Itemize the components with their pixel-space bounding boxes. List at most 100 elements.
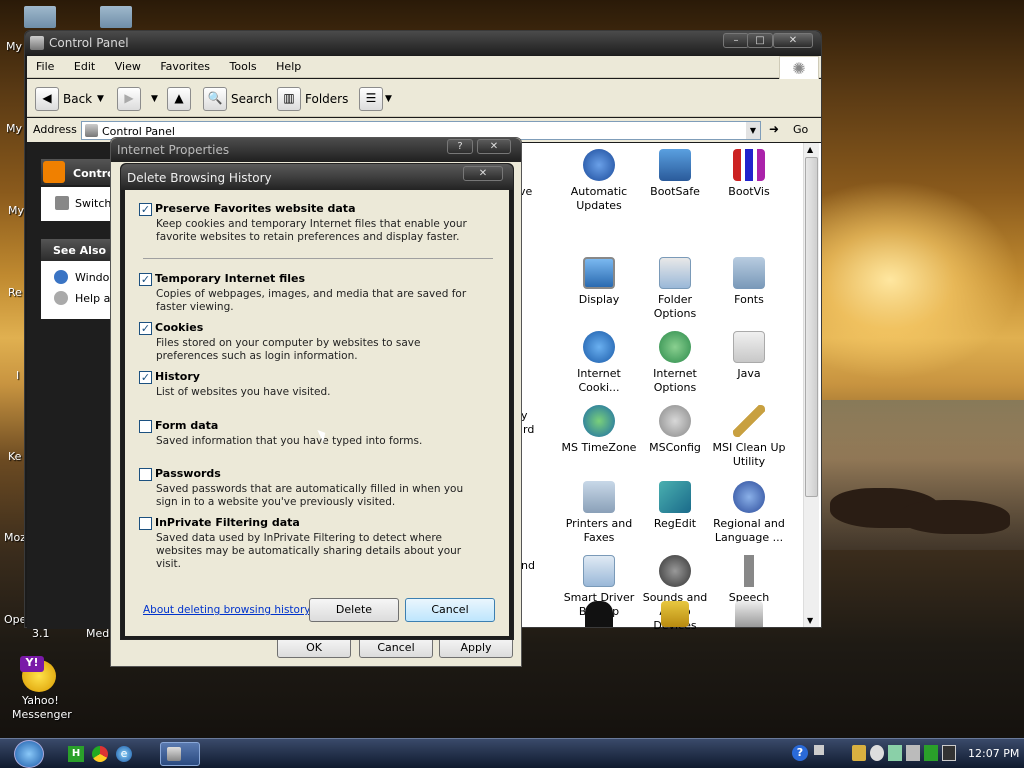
forward-dropdown-icon[interactable]: ▼ — [151, 94, 158, 104]
minimize-button[interactable]: – — [723, 33, 749, 48]
cp-item-internet-cookies[interactable]: Internet Cooki... — [561, 331, 637, 395]
checkbox-unchecked[interactable] — [139, 420, 152, 433]
option-title[interactable]: Form data — [155, 419, 218, 432]
address-dropdown-icon[interactable]: ▼ — [746, 122, 760, 139]
ok-button[interactable]: OK — [277, 637, 351, 658]
desktop-folder-icon[interactable] — [24, 6, 56, 28]
checkbox-checked[interactable]: ✓ — [139, 322, 152, 335]
close-button[interactable]: ✕ — [773, 33, 813, 48]
menu-help[interactable]: Help — [267, 56, 308, 73]
desktop-icon-label[interactable]: Re — [8, 286, 22, 299]
views-dropdown-icon[interactable]: ▼ — [385, 94, 392, 104]
option-title[interactable]: Passwords — [155, 467, 221, 480]
close-button[interactable]: ✕ — [477, 139, 511, 154]
folders-button-label[interactable]: Folders — [305, 92, 348, 106]
clock[interactable]: 12:07 PM — [968, 747, 1019, 760]
folders-icon[interactable]: ▥ — [277, 87, 301, 111]
option-title[interactable]: History — [155, 370, 200, 383]
close-button[interactable]: ✕ — [463, 166, 503, 181]
search-icon[interactable]: 🔍 — [203, 87, 227, 111]
cancel-button[interactable]: Cancel — [359, 637, 433, 658]
search-button-label[interactable]: Search — [231, 92, 272, 106]
control-panel-titlebar[interactable]: Control Panel – □ ✕ — [25, 31, 821, 55]
help-icon[interactable]: ? — [792, 745, 808, 761]
internet-explorer-icon[interactable]: e — [116, 746, 132, 762]
help-button[interactable]: ? — [447, 139, 473, 154]
menu-view[interactable]: View — [106, 56, 148, 73]
quicklaunch-app-icon[interactable]: H — [68, 746, 84, 762]
dialog-titlebar[interactable]: Delete Browsing History ✕ — [121, 164, 513, 190]
tray-app-icon[interactable] — [888, 745, 902, 761]
go-button[interactable]: Go — [793, 123, 808, 136]
cp-item-display[interactable]: Display — [561, 257, 637, 307]
menu-favorites[interactable]: Favorites — [151, 56, 217, 73]
desktop-icon-label[interactable]: I — [16, 369, 19, 382]
taskbar-control-panel-button[interactable] — [160, 742, 200, 766]
checkbox-unchecked[interactable] — [139, 517, 152, 530]
option-title[interactable]: Cookies — [155, 321, 203, 334]
cp-item-ms-timezone[interactable]: MS TimeZone — [561, 405, 637, 455]
scroll-down-icon[interactable]: ▼ — [807, 616, 813, 625]
desktop-folder-icon[interactable] — [100, 6, 132, 28]
cp-item-bootvis[interactable]: BootVis — [711, 149, 787, 199]
cp-item-printers[interactable]: Printers and Faxes — [561, 481, 637, 545]
tray-volume-icon[interactable] — [906, 745, 920, 761]
maximize-button[interactable]: □ — [747, 33, 773, 48]
up-folder-icon[interactable]: ▲ — [167, 87, 191, 111]
control-panel-panel[interactable]: Contro — [41, 159, 121, 185]
cp-item-fonts[interactable]: Fonts — [711, 257, 787, 307]
menu-file[interactable]: File — [27, 56, 61, 73]
option-title[interactable]: Temporary Internet files — [155, 272, 305, 285]
back-button-label[interactable]: Back — [63, 92, 92, 106]
tray-app-icon[interactable] — [924, 745, 938, 761]
option-title[interactable]: Preserve Favorites website data — [155, 202, 356, 215]
cp-item-internet-options[interactable]: Internet Options — [637, 331, 713, 395]
yahoo-label[interactable]: Yahoo! — [22, 694, 59, 707]
desktop-icon-label[interactable]: My — [6, 40, 22, 53]
views-icon[interactable]: ☰ — [359, 87, 383, 111]
tray-network-icon[interactable] — [814, 745, 824, 755]
partial-item-label[interactable]: rd — [523, 423, 534, 436]
cancel-button[interactable]: Cancel — [405, 598, 495, 622]
cp-item-msconfig[interactable]: MSConfig — [637, 405, 713, 455]
checkbox-unchecked[interactable] — [139, 468, 152, 481]
scroll-up-icon[interactable]: ▲ — [807, 145, 813, 154]
desktop-icon-label[interactable]: Moz — [4, 531, 26, 544]
cp-item-folder-options[interactable]: Folder Options — [637, 257, 713, 321]
checkbox-checked[interactable]: ✓ — [139, 203, 152, 216]
cp-item-regional[interactable]: Regional and Language ... — [711, 481, 787, 545]
chrome-icon[interactable] — [92, 746, 108, 762]
tray-keys-icon[interactable] — [852, 745, 866, 761]
checkbox-checked[interactable]: ✓ — [139, 371, 152, 384]
checkbox-checked[interactable]: ✓ — [139, 273, 152, 286]
cp-item-speech[interactable]: Speech — [711, 555, 787, 605]
partial-item-label[interactable]: nd — [521, 559, 535, 572]
yahoo-label[interactable]: Messenger — [12, 708, 72, 721]
switch-view-link[interactable]: Switch — [75, 197, 111, 210]
cp-item-java[interactable]: Java — [711, 331, 787, 381]
cp-item-automatic-updates[interactable]: Automatic Updates — [561, 149, 637, 213]
desktop-icon-label[interactable]: Ke — [8, 450, 21, 463]
internet-properties-titlebar[interactable]: Internet Properties ? ✕ — [111, 138, 521, 162]
house-icon[interactable] — [735, 601, 763, 627]
scrollbar-thumb[interactable] — [805, 157, 818, 497]
delete-button[interactable]: Delete — [309, 598, 399, 622]
apply-button[interactable]: Apply — [439, 637, 513, 658]
go-arrow-icon[interactable]: ➜ — [769, 122, 779, 136]
option-title[interactable]: InPrivate Filtering data — [155, 516, 300, 529]
tray-app-icon[interactable] — [870, 745, 884, 761]
about-deleting-history-link[interactable]: About deleting browsing history — [143, 604, 311, 616]
yahoo-messenger-icon[interactable]: Y! — [20, 656, 56, 692]
menu-edit[interactable]: Edit — [65, 56, 102, 73]
cp-item-regedit[interactable]: RegEdit — [637, 481, 713, 531]
menu-tools[interactable]: Tools — [221, 56, 264, 73]
back-arrow-icon[interactable]: ◀ — [35, 87, 59, 111]
cp-item-msi-cleanup[interactable]: MSI Clean Up Utility — [711, 405, 787, 469]
desktop-icon-label[interactable]: My — [8, 204, 24, 217]
tray-monitor-icon[interactable] — [942, 745, 956, 761]
user-accounts-icon[interactable] — [585, 601, 613, 627]
vertical-scrollbar[interactable]: ▲ ▼ — [803, 143, 819, 627]
start-button-icon[interactable] — [14, 740, 44, 768]
keys-icon[interactable] — [661, 601, 689, 627]
cp-item-bootsafe[interactable]: BootSafe — [637, 149, 713, 199]
